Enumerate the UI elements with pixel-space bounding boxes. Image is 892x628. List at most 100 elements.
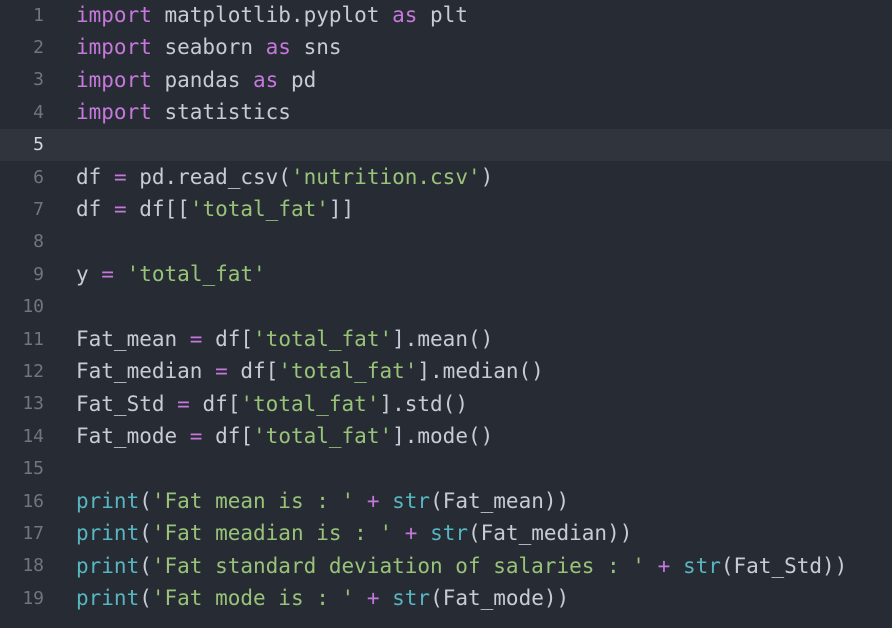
code-token: df[ (189, 391, 241, 416)
code-token: statistics (151, 100, 291, 125)
code-token: sns (290, 35, 342, 60)
code-token: Fat_median (76, 359, 216, 384)
code-text: Fat_mean = df['total_fat'].mean() (62, 327, 892, 351)
code-text: df = pd.read_csv('nutrition.csv') (62, 165, 892, 189)
code-token: ].mean() (392, 327, 494, 351)
code-line[interactable]: 4 import statistics (0, 96, 892, 128)
code-text: import statistics (62, 100, 892, 124)
code-token: + (404, 521, 418, 546)
code-token: (Fat_median)) (468, 521, 633, 546)
code-token: str (682, 553, 721, 578)
code-line[interactable]: 5 (0, 128, 892, 161)
code-token: + (366, 489, 380, 513)
code-token: (Fat_mode)) (430, 586, 570, 611)
line-number: 11 (22, 328, 44, 350)
code-token: import (76, 100, 152, 125)
code-token: 'Fat mode is : ' (151, 586, 355, 611)
code-text: Fat_mode = df['total_fat'].mode() (62, 424, 892, 448)
code-line[interactable]: 3 import pandas as pd (0, 64, 892, 96)
line-number: 17 (22, 522, 44, 544)
code-token: + (657, 553, 671, 578)
line-number: 7 (33, 198, 44, 220)
code-text: Fat_Std = df['total_fat'].std() (62, 392, 892, 416)
code-line[interactable]: 9 y = 'total_fat' (0, 258, 892, 290)
line-number: 8 (33, 231, 44, 253)
line-number: 10 (22, 296, 44, 318)
code-token: = (101, 262, 114, 287)
code-line[interactable]: 19 print('Fat mode is : ' + str(Fat_mode)… (0, 582, 892, 614)
code-line[interactable]: 16 print('Fat mean is : ' + str(Fat_mean)… (0, 485, 892, 517)
code-line[interactable]: 10 (0, 291, 892, 323)
line-number: 9 (33, 263, 44, 285)
code-text: print('Fat standard deviation of salarie… (62, 554, 892, 578)
code-token: df (76, 165, 114, 189)
code-token: print (76, 489, 140, 513)
code-token: = (113, 197, 127, 222)
code-line[interactable]: 2 import seaborn as sns (0, 31, 892, 63)
code-token: as (265, 35, 291, 60)
code-text: print('Fat meadian is : ' + str(Fat_medi… (62, 521, 892, 545)
code-token: 'Fat meadian is : ' (151, 521, 393, 546)
line-number: 12 (22, 360, 44, 382)
code-token: ( (139, 553, 152, 578)
code-token: 'total_fat' (126, 262, 266, 287)
code-token: str (392, 586, 431, 611)
code-token: = (189, 424, 203, 449)
code-token: as (392, 3, 418, 27)
code-token: ) (480, 165, 494, 189)
code-token: df[ (202, 424, 254, 449)
code-token: df[ (227, 359, 279, 384)
code-editor[interactable]: 1 import matplotlib.pyplot as plt 2 import … (0, 0, 892, 628)
code-token: ].median() (417, 359, 544, 384)
line-number: 1 (33, 4, 44, 26)
code-line[interactable]: 18 print('Fat standard deviation of salar… (0, 550, 892, 582)
code-line[interactable]: 8 (0, 226, 892, 258)
code-token: = (189, 327, 203, 351)
code-token: 'nutrition.csv' (290, 165, 481, 189)
code-line[interactable]: 15 (0, 453, 892, 485)
code-token: ( (139, 521, 152, 546)
code-line[interactable]: 11 Fat_mean = df['total_fat'].mean() (0, 323, 892, 355)
line-number: 14 (22, 425, 44, 447)
code-token: 'total_fat' (240, 391, 380, 416)
code-token: + (366, 586, 380, 611)
code-token: str (430, 521, 468, 546)
code-token: df[[ (126, 197, 190, 222)
code-text: df = df[['total_fat']] (62, 197, 892, 221)
code-token: Fat_mean (76, 327, 190, 351)
code-text: y = 'total_fat' (62, 262, 892, 286)
line-number: 13 (22, 393, 44, 415)
code-token: 'total_fat' (253, 327, 393, 351)
code-line[interactable]: 1 import matplotlib.pyplot as plt (0, 0, 892, 31)
code-token: pd.read_csv( (126, 165, 291, 189)
code-token: df[ (202, 327, 254, 351)
code-token: import (76, 3, 152, 27)
code-line[interactable]: 13 Fat_Std = df['total_fat'].std() (0, 388, 892, 420)
code-token: import (76, 67, 152, 92)
code-token: 'Fat mean is : ' (151, 489, 355, 513)
code-line[interactable]: 17 print('Fat meadian is : ' + str(Fat_me… (0, 517, 892, 549)
code-token: print (76, 553, 140, 578)
code-line[interactable]: 14 Fat_mode = df['total_fat'].mode() (0, 420, 892, 452)
line-number: 4 (33, 101, 44, 123)
code-token: as (253, 67, 279, 92)
code-text: import seaborn as sns (62, 35, 892, 59)
code-token: print (76, 521, 140, 546)
code-token: ( (139, 489, 152, 513)
code-token: pd (278, 67, 317, 92)
code-line[interactable]: 12 Fat_median = df['total_fat'].median() (0, 355, 892, 387)
code-line[interactable]: 7 df = df[['total_fat']] (0, 193, 892, 225)
code-line[interactable]: 6 df = pd.read_csv('nutrition.csv') (0, 161, 892, 193)
code-text: import matplotlib.pyplot as plt (62, 3, 892, 27)
code-token: df (76, 197, 114, 222)
code-token: 'total_fat' (189, 197, 329, 222)
line-number: 3 (33, 69, 44, 91)
code-token: Fat_mode (76, 424, 190, 449)
line-number: 6 (33, 166, 44, 188)
code-token: = (215, 359, 228, 384)
